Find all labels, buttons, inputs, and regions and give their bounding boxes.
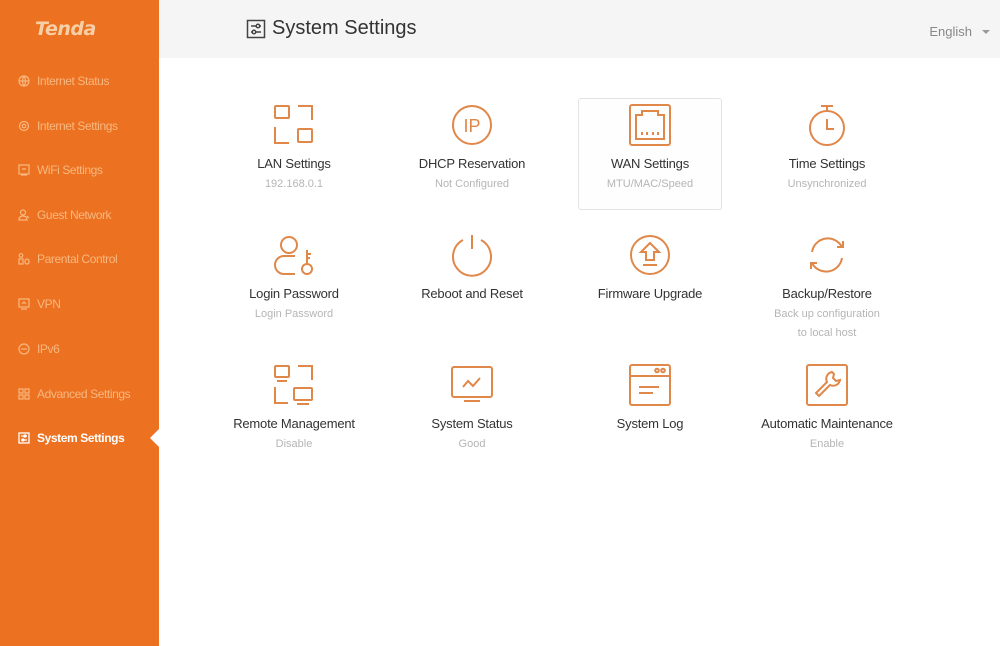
globe-icon: [18, 75, 30, 87]
sidebar-item-ipv6[interactable]: IPv6: [0, 337, 159, 361]
tile-label: Reboot and Reset: [421, 286, 523, 301]
sidebar-item-parental-control[interactable]: Parental Control: [0, 247, 159, 271]
sidebar-item-label: Internet Settings: [37, 119, 118, 133]
chevron-down-icon: [982, 29, 990, 34]
sidebar-item-label: Parental Control: [37, 252, 118, 266]
sidebar: Tenda Internet Status Internet Settings …: [0, 0, 159, 646]
language-select[interactable]: English: [929, 24, 990, 39]
stopwatch-icon: [809, 105, 845, 146]
guest-user-icon: [18, 209, 30, 221]
tile-label: Time Settings: [788, 156, 866, 171]
power-icon: [452, 235, 492, 277]
language-value: English: [929, 24, 972, 39]
tile-label: System Log: [616, 416, 684, 431]
tile-status: Unsynchronized: [787, 178, 867, 190]
vpn-icon: [18, 298, 30, 310]
sidebar-item-system-settings[interactable]: System Settings: [0, 426, 159, 450]
tenda-logo: Tenda: [35, 18, 96, 40]
sidebar-item-label: IPv6: [37, 342, 60, 356]
log-window-icon: [629, 364, 671, 406]
wrench-icon: [806, 364, 848, 406]
sidebar-item-advanced-settings[interactable]: Advanced Settings: [0, 382, 159, 406]
upgrade-arrow-icon: [630, 235, 670, 275]
tile-label: DHCP Reservation: [418, 156, 526, 171]
ipv6-icon: [18, 343, 30, 355]
tile-status: Not Configured: [435, 178, 509, 190]
tile-automatic-maintenance[interactable]: Automatic Maintenance Enable: [755, 358, 899, 470]
tile-system-log[interactable]: System Log: [578, 358, 722, 470]
tile-label: Automatic Maintenance: [761, 416, 893, 431]
page-title-text: System Settings: [272, 17, 417, 39]
sidebar-item-label: Internet Status: [37, 74, 110, 88]
sidebar-item-label: Guest Network: [37, 208, 112, 222]
header: System Settings English: [159, 0, 1000, 58]
tile-status: Back up configuration to local host: [774, 308, 880, 339]
tile-lan-settings[interactable]: LAN Settings 192.168.0.1: [222, 98, 366, 210]
tile-label: Backup/Restore: [782, 286, 872, 301]
ip-icon: IP: [452, 105, 492, 145]
tile-dhcp-reservation[interactable]: IP DHCP Reservation Not Configured: [400, 98, 544, 210]
monitor-chart-icon: [451, 366, 493, 402]
sidebar-item-internet-settings[interactable]: Internet Settings: [0, 114, 159, 138]
tile-status: Disable: [275, 438, 313, 450]
wifi-icon: [18, 164, 30, 176]
tile-status: MTU/MAC/Speed: [606, 178, 694, 190]
sliders-icon: [18, 432, 30, 444]
gear-icon: [18, 120, 30, 132]
tile-label: LAN Settings: [257, 156, 331, 171]
user-key-icon: [274, 236, 313, 275]
tile-label: Remote Management: [233, 416, 355, 431]
tile-remote-management[interactable]: Remote Management Disable: [222, 358, 366, 470]
tile-status: Enable: [809, 438, 845, 450]
sidebar-item-wifi-settings[interactable]: WiFi Settings: [0, 158, 159, 182]
sidebar-item-internet-status[interactable]: Internet Status: [0, 69, 159, 93]
tile-label: Firmware Upgrade: [597, 286, 703, 301]
sidebar-item-vpn[interactable]: VPN: [0, 292, 159, 316]
tile-backup-restore[interactable]: Backup/Restore Back up configuration to …: [755, 228, 899, 340]
sidebar-item-label: System Settings: [37, 431, 125, 445]
tile-wan-settings[interactable]: WAN Settings MTU/MAC/Speed: [578, 98, 722, 210]
page-title: System Settings: [246, 17, 417, 40]
sidebar-item-label: WiFi Settings: [37, 163, 103, 177]
svg-text:IP: IP: [463, 116, 480, 136]
active-indicator-arrow: [150, 429, 159, 447]
remote-monitors-icon: [274, 365, 313, 405]
tile-login-password[interactable]: Login Password Login Password: [222, 228, 366, 340]
tile-firmware-upgrade[interactable]: Firmware Upgrade: [578, 228, 722, 340]
tile-label: WAN Settings: [610, 156, 690, 171]
tile-status: Good: [458, 438, 486, 450]
sliders-icon: [246, 19, 266, 38]
tile-status: Login Password: [254, 308, 334, 320]
parental-control-icon: [18, 253, 30, 265]
sync-icon: [810, 237, 844, 273]
tile-status: 192.168.0.1: [264, 178, 324, 190]
grid-icon: [18, 388, 30, 400]
sidebar-item-guest-network[interactable]: Guest Network: [0, 203, 159, 227]
tile-reboot-and-reset[interactable]: Reboot and Reset: [400, 228, 544, 340]
sidebar-item-label: VPN: [37, 297, 61, 311]
sidebar-item-label: Advanced Settings: [37, 387, 131, 401]
tile-label: Login Password: [249, 286, 339, 301]
lan-icon: [274, 105, 313, 144]
tile-time-settings[interactable]: Time Settings Unsynchronized: [755, 98, 899, 210]
ethernet-port-icon: [629, 104, 671, 146]
tile-system-status[interactable]: System Status Good: [400, 358, 544, 470]
tile-label: System Status: [431, 416, 513, 431]
